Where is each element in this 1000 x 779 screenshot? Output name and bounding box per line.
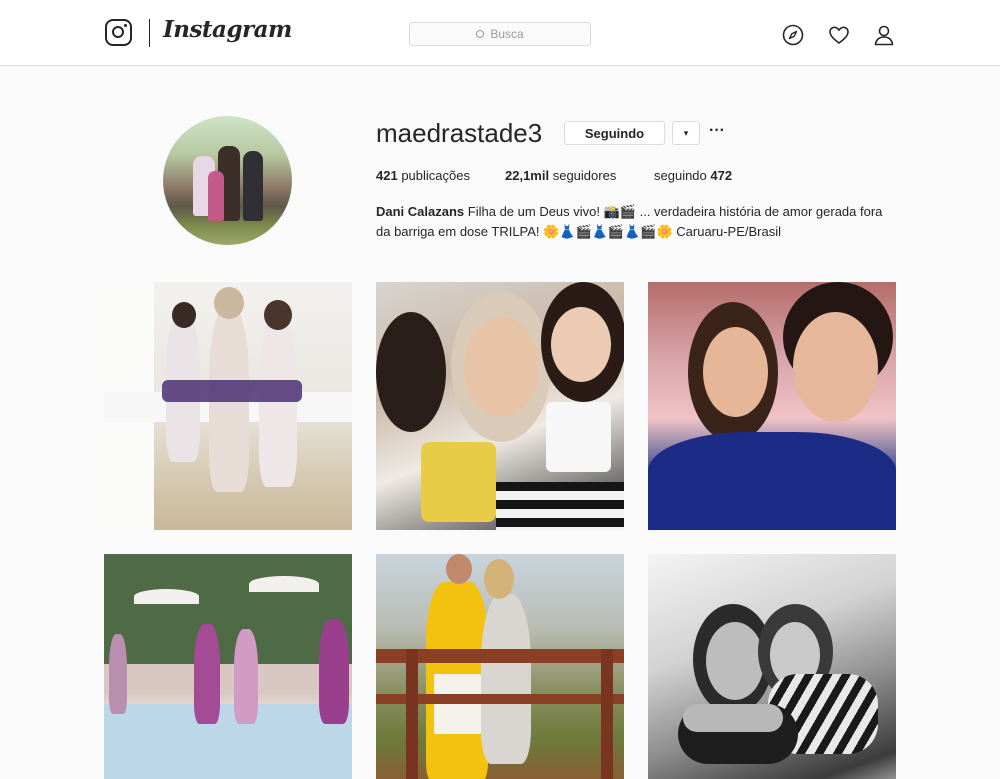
post-thumbnail[interactable] [376,554,624,779]
following-count-label: seguindo [654,168,707,183]
post-thumbnail[interactable] [648,282,896,530]
user-icon[interactable] [873,24,895,46]
followers-count-label: seguidores [552,168,617,183]
heart-icon[interactable] [828,24,850,46]
profile-full-name: Dani Calazans [376,204,465,219]
logo-divider [149,19,150,47]
bio-text-line-1: Filha de um Deus vivo! 📸🎬 ... verdadeira… [467,204,883,219]
search-placeholder: Busca [490,27,524,41]
more-options-button[interactable]: ··· [709,122,725,140]
followers-count-value: 22,1mil [505,168,550,183]
top-navigation-bar: Instagram Busca [0,0,1000,66]
compass-icon[interactable] [782,24,804,46]
post-thumbnail[interactable] [648,554,896,779]
chevron-down-icon: ▾ [683,127,689,138]
posts-count-label: publicações [401,168,470,183]
following-button[interactable]: Seguindo [564,121,665,145]
following-count[interactable]: seguindo 472 [654,168,732,183]
instagram-logo-icon[interactable] [105,19,132,46]
profile-avatar[interactable] [163,116,292,245]
instagram-wordmark[interactable]: Instagram [163,16,292,43]
posts-count: 421 publicações [376,168,470,183]
profile-bio: Dani Calazans Filha de um Deus vivo! 📸🎬 … [376,202,896,242]
profile-username: maedrastade3 [376,118,543,148]
search-input[interactable]: Busca [409,22,591,46]
suggestions-dropdown-button[interactable]: ▾ [672,121,700,145]
search-icon [476,30,485,38]
bio-text-line-2: da barriga em dose TRILPA! 🌼👗🎬👗🎬👗🎬🌼 Caru… [376,224,782,239]
post-thumbnail[interactable] [376,282,624,530]
post-thumbnail[interactable] [104,554,352,779]
post-thumbnail[interactable] [104,282,352,530]
posts-count-value: 421 [376,168,398,183]
followers-count[interactable]: 22,1mil seguidores [505,168,616,183]
following-count-value: 472 [710,168,733,183]
